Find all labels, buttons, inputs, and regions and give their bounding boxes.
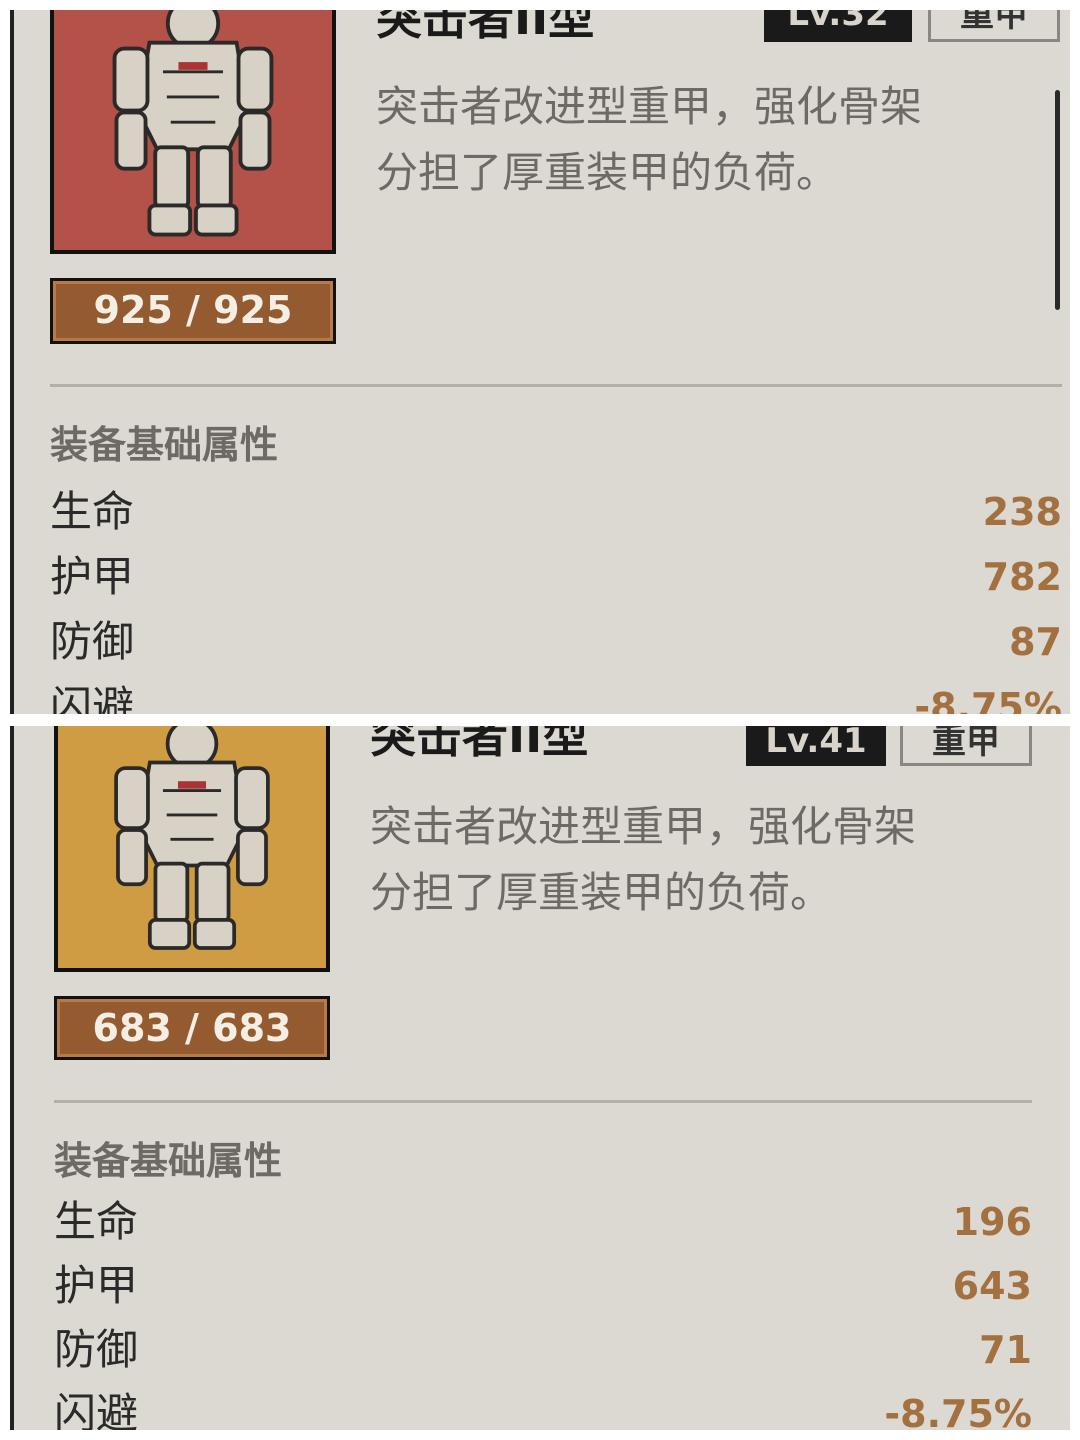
durability-badge: 925 / 925 — [50, 278, 336, 344]
section-title: 装备基础属性 — [54, 1139, 283, 1183]
stat-label: 生命 — [54, 1197, 139, 1246]
stat-value: 71 — [979, 1328, 1032, 1372]
stat-label: 防御 — [50, 617, 135, 666]
section-divider — [54, 1100, 1032, 1103]
armor-type-tag: 重甲 — [900, 726, 1032, 766]
description-line-1: 突击者改进型重甲，强化骨架 — [376, 82, 923, 131]
stat-label: 防御 — [54, 1325, 139, 1374]
stat-value: 643 — [952, 1264, 1032, 1308]
durability-badge: 683 / 683 — [54, 996, 330, 1060]
armor-type-tag: 重甲 — [928, 10, 1060, 42]
panel-edge — [10, 10, 14, 714]
stat-value: 196 — [952, 1200, 1032, 1244]
panel-edge — [10, 726, 14, 1430]
heavy-armor-suit-icon — [114, 726, 270, 950]
stat-label: 护甲 — [54, 1261, 139, 1310]
description-line-1: 突击者改进型重甲，强化骨架 — [370, 802, 917, 851]
stat-value: -8.75% — [884, 1392, 1032, 1430]
item-description: 突击者改进型重甲，强化骨架 分担了厚重装甲的负荷。 — [370, 794, 1050, 926]
stat-row-armor: 护甲 643 — [54, 1254, 1032, 1318]
stat-row-defense: 防御 71 — [54, 1318, 1032, 1382]
item-description: 突击者改进型重甲，强化骨架 分担了厚重装甲的负荷。 — [376, 74, 1056, 206]
stat-value: -8.75% — [914, 685, 1062, 714]
stat-row-evasion: 闪避 -8.75% — [50, 675, 1062, 714]
equipment-card-top: 925 / 925 突击者II型 Lv.32 重甲 突击者改进型重甲，强化骨架 … — [10, 10, 1070, 714]
level-tag: Lv.41 — [746, 726, 886, 766]
item-title: 突击者II型 — [376, 10, 595, 45]
armor-portrait[interactable] — [54, 726, 330, 972]
equipment-card-bottom: 683 / 683 突击者II型 Lv.41 重甲 突击者改进型重甲，强化骨架 … — [10, 726, 1070, 1430]
stat-row-health: 生命 238 — [50, 480, 1062, 544]
stat-value: 782 — [982, 555, 1062, 599]
section-title: 装备基础属性 — [50, 423, 279, 467]
stat-row-defense: 防御 87 — [50, 610, 1062, 674]
stat-value: 87 — [1009, 620, 1062, 664]
level-tag: Lv.32 — [764, 10, 912, 42]
stat-label: 闪避 — [50, 682, 135, 714]
stat-row-armor: 护甲 782 — [50, 545, 1062, 609]
description-line-2: 分担了厚重装甲的负荷。 — [376, 148, 839, 197]
stat-row-evasion: 闪避 -8.75% — [54, 1382, 1032, 1430]
armor-portrait[interactable] — [50, 10, 336, 254]
stat-label: 生命 — [50, 487, 135, 536]
stat-value: 238 — [982, 490, 1062, 534]
stat-row-health: 生命 196 — [54, 1190, 1032, 1254]
section-divider — [50, 384, 1062, 387]
description-line-2: 分担了厚重装甲的负荷。 — [370, 868, 833, 917]
stat-label: 护甲 — [50, 552, 135, 601]
heavy-armor-suit-icon — [112, 10, 274, 237]
item-title: 突击者II型 — [370, 726, 589, 763]
stat-label: 闪避 — [54, 1389, 139, 1430]
